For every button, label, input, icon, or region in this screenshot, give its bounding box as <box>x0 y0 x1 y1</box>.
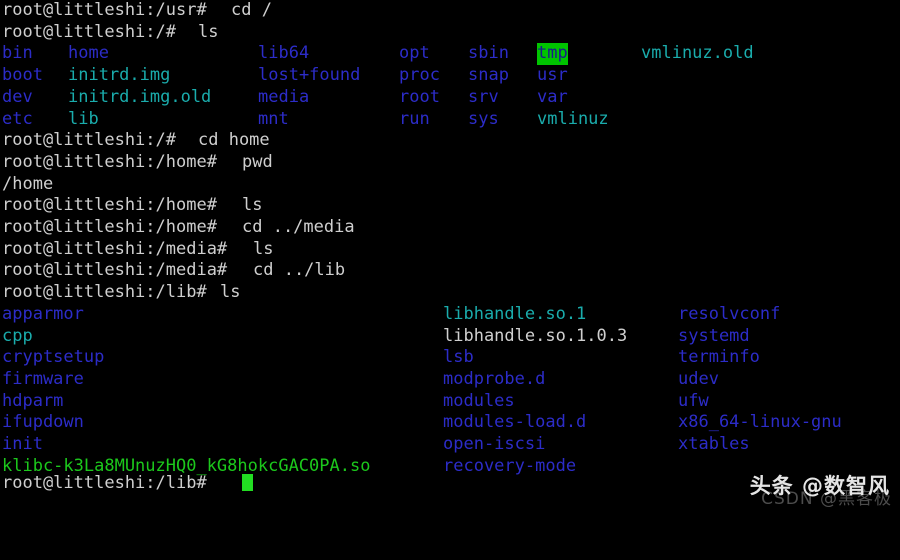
command-text: pwd <box>242 151 273 172</box>
ls-entry[interactable]: proc <box>399 65 440 87</box>
terminal-line: root@littleshi:/lib# ls <box>0 282 900 304</box>
prompt-text: root@littleshi:/# <box>2 130 187 151</box>
prompt-text: root@littleshi:/home# <box>2 151 228 172</box>
prompt-text: root@littleshi:/lib# <box>2 473 217 493</box>
ls-entry[interactable]: modprobe.d <box>443 369 545 391</box>
ls-output-row: firmware modprobe.d udev <box>0 369 900 391</box>
terminal-line: /home <box>0 174 900 196</box>
ls-entry[interactable]: etc <box>2 109 33 131</box>
ls-entry[interactable]: snap <box>468 65 509 87</box>
ls-output-row: boot initrd.img lost+found proc snap usr <box>0 65 900 87</box>
ls-entry[interactable]: vmlinuz <box>537 109 609 131</box>
command-text: ls <box>242 195 263 216</box>
command-text: ls <box>220 282 241 303</box>
terminal-line: root@littleshi:/media# ls <box>0 239 900 261</box>
output-text: /home <box>2 173 54 194</box>
command-text: cd ../media <box>242 217 355 237</box>
ls-entry[interactable]: init <box>2 434 43 456</box>
ls-entry[interactable]: mnt <box>258 109 289 131</box>
ls-entry[interactable]: udev <box>678 369 719 391</box>
terminal-line: root@littleshi:/media# cd ../lib <box>0 260 900 282</box>
terminal-line: root@littleshi:/# cd home <box>0 130 900 152</box>
ls-entry-sticky[interactable]: tmp <box>537 43 568 66</box>
ls-entry[interactable]: lsb <box>443 347 474 369</box>
ls-output-row: apparmor libhandle.so.1 resolvconf <box>0 304 900 326</box>
ls-entry[interactable]: lib64 <box>258 43 309 65</box>
ls-output-row: etc lib mnt run sys vmlinuz <box>0 109 900 131</box>
prompt-text: root@littleshi:/home# <box>2 217 228 237</box>
ls-entry[interactable]: libhandle.so.1.0.3 <box>443 326 627 348</box>
ls-entry[interactable]: sbin <box>468 43 509 65</box>
ls-entry[interactable]: usr <box>537 65 568 87</box>
prompt-text: root@littleshi:/usr# <box>2 0 217 20</box>
prompt-text: root@littleshi:/home# <box>2 195 228 216</box>
command-text: cd / <box>231 0 272 20</box>
command-text: ls <box>198 21 219 42</box>
ls-output-row: cryptsetup lsb terminfo <box>0 347 900 369</box>
ls-entry[interactable]: apparmor <box>2 304 84 326</box>
terminal-line: root@littleshi:/# ls <box>0 22 900 44</box>
ls-entry[interactable]: modules <box>443 391 515 413</box>
ls-entry[interactable]: x86_64-linux-gnu <box>678 412 842 434</box>
ls-entry[interactable]: opt <box>399 43 430 65</box>
prompt-text: root@littleshi:/media# <box>2 260 238 281</box>
ls-output-row: hdparm modules ufw <box>0 391 900 413</box>
ls-entry[interactable]: firmware <box>2 369 84 391</box>
command-text: cd home <box>198 130 270 151</box>
ls-entry[interactable]: systemd <box>678 326 750 348</box>
ls-entry[interactable]: ifupdown <box>2 412 84 434</box>
prompt-text: root@littleshi:/media# <box>2 238 238 259</box>
watermark-toutiao: 头条 @数智风 <box>749 474 890 498</box>
ls-entry[interactable]: initrd.img.old <box>68 87 211 109</box>
ls-entry[interactable]: root <box>399 87 440 109</box>
ls-entry[interactable]: cryptsetup <box>2 347 104 369</box>
ls-entry[interactable]: open-iscsi <box>443 434 545 456</box>
ls-entry[interactable]: libhandle.so.1 <box>443 304 586 326</box>
terminal-line: root@littleshi:/home# pwd <box>0 152 900 174</box>
ls-output-row: ifupdown modules-load.d x86_64-linux-gnu <box>0 412 900 434</box>
ls-output-row: init open-iscsi xtables <box>0 434 900 456</box>
ls-entry[interactable]: xtables <box>678 434 750 456</box>
terminal-window[interactable]: root@littleshi:/usr# cd / root@littleshi… <box>0 0 900 512</box>
ls-entry[interactable]: modules-load.d <box>443 412 586 434</box>
ls-entry[interactable]: sys <box>468 109 499 131</box>
ls-entry[interactable]: media <box>258 87 309 109</box>
ls-entry[interactable]: ufw <box>678 391 709 413</box>
ls-output-row: dev initrd.img.old media root srv var <box>0 87 900 109</box>
ls-entry[interactable]: initrd.img <box>68 65 170 87</box>
ls-entry[interactable]: boot <box>2 65 43 87</box>
ls-entry[interactable]: lost+found <box>258 65 360 87</box>
terminal-line: root@littleshi:/usr# cd / <box>0 0 900 22</box>
ls-entry[interactable]: lib <box>68 109 99 131</box>
terminal-line: root@littleshi:/home# cd ../media <box>0 217 900 239</box>
ls-entry[interactable]: dev <box>2 87 33 109</box>
ls-output-row: cpp libhandle.so.1.0.3 systemd <box>0 326 900 348</box>
command-text: ls <box>253 238 274 259</box>
ls-entry[interactable]: cpp <box>2 326 33 348</box>
ls-entry[interactable]: terminfo <box>678 347 760 369</box>
prompt-text: root@littleshi:/# <box>2 21 187 42</box>
command-text: cd ../lib <box>253 260 346 281</box>
prompt-text: root@littleshi:/lib# <box>2 282 217 303</box>
terminal-cursor[interactable] <box>242 473 253 495</box>
terminal-line: root@littleshi:/home# ls <box>0 195 900 217</box>
ls-entry[interactable]: var <box>537 87 568 109</box>
ls-entry[interactable]: vmlinuz.old <box>641 43 754 65</box>
ls-entry[interactable]: bin <box>2 43 33 65</box>
ls-entry[interactable]: hdparm <box>2 391 63 413</box>
ls-entry[interactable]: run <box>399 109 430 131</box>
ls-entry[interactable]: home <box>68 43 109 65</box>
ls-entry[interactable]: resolvconf <box>678 304 780 326</box>
ls-entry[interactable]: srv <box>468 87 499 109</box>
ls-output-row: bin home lib64 opt sbin tmp vmlinuz.old <box>0 43 900 66</box>
